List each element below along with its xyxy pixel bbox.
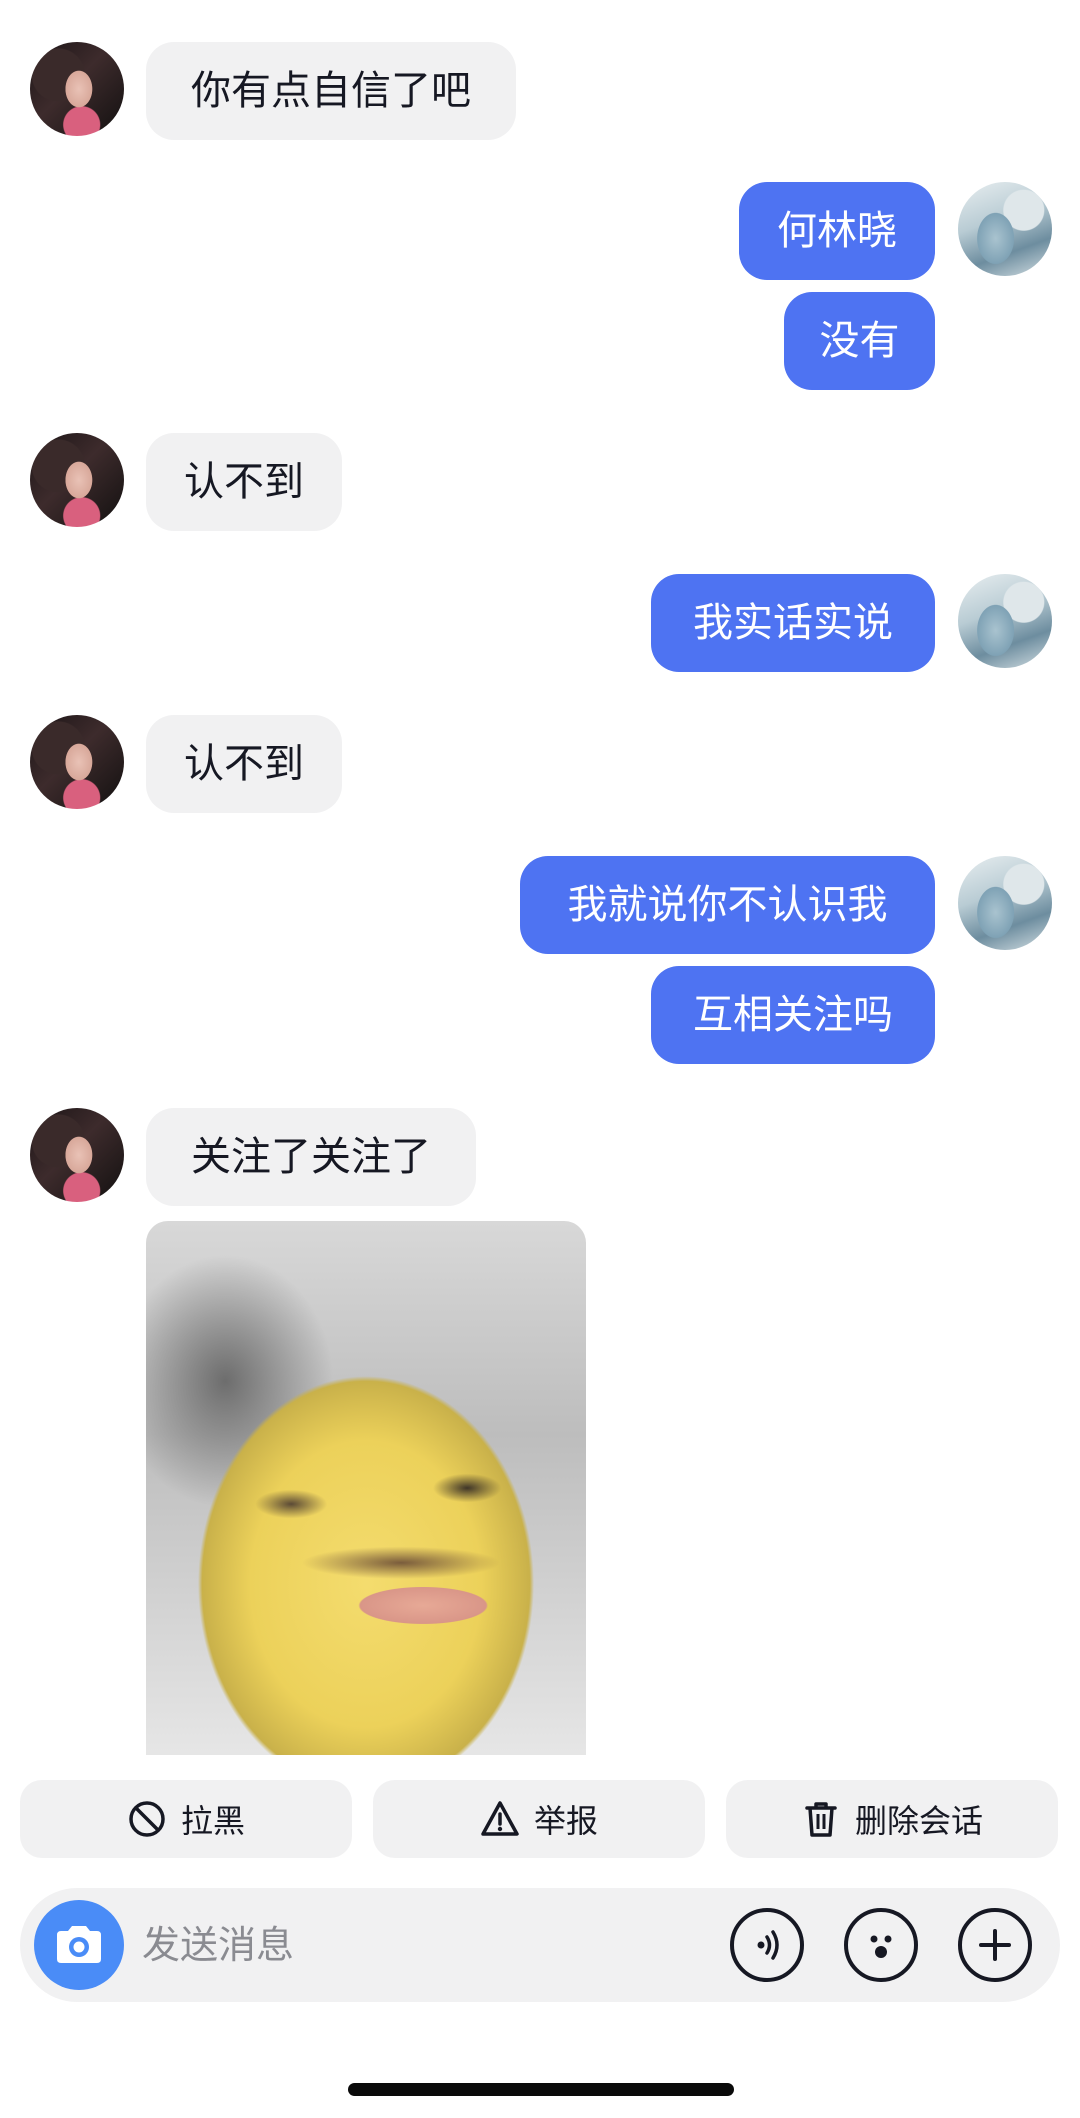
my-avatar[interactable] (958, 856, 1052, 950)
contact-avatar[interactable] (30, 1108, 124, 1202)
my-avatar[interactable] (958, 182, 1052, 276)
emoji-button[interactable] (844, 1908, 918, 1982)
emoji-icon (870, 1935, 892, 1958)
message-bubble-outgoing[interactable]: 互相关注吗 (651, 966, 935, 1064)
more-button[interactable] (958, 1908, 1032, 1982)
block-icon (129, 1801, 165, 1837)
my-avatar[interactable] (958, 574, 1052, 668)
delete-conversation-label: 删除会话 (854, 1802, 983, 1840)
message-bubble-incoming[interactable]: 关注了关注了 (146, 1108, 476, 1206)
voice-wave-icon (757, 1930, 779, 1960)
home-indicator[interactable] (348, 2083, 734, 2096)
voice-button[interactable] (730, 1908, 804, 1982)
block-label: 拉黑 (180, 1802, 245, 1840)
sticker-image[interactable] (146, 1221, 586, 1755)
message-bubble-outgoing[interactable]: 我实话实说 (651, 574, 935, 672)
report-button[interactable]: 举报 (373, 1780, 705, 1858)
contact-avatar[interactable] (30, 715, 124, 809)
plus-icon (979, 1929, 1011, 1961)
trash-icon (805, 1802, 837, 1837)
message-bubble-outgoing[interactable]: 我就说你不认识我 (520, 856, 935, 954)
message-bubble-outgoing[interactable]: 何林晓 (739, 182, 935, 280)
message-bubble-incoming[interactable]: 认不到 (146, 715, 342, 813)
contact-avatar[interactable] (30, 433, 124, 527)
message-bubble-incoming[interactable]: 认不到 (146, 433, 342, 531)
contact-avatar[interactable] (30, 42, 124, 136)
message-bubble-outgoing[interactable]: 没有 (784, 292, 935, 390)
message-input[interactable] (142, 1910, 702, 1980)
block-button[interactable]: 拉黑 (20, 1780, 352, 1858)
camera-button[interactable] (34, 1900, 124, 1990)
message-bubble-incoming[interactable]: 你有点自信了吧 (146, 42, 516, 140)
report-label: 举报 (533, 1802, 598, 1840)
camera-icon (57, 1926, 101, 1963)
delete-conversation-button[interactable]: 删除会话 (726, 1780, 1058, 1858)
warning-icon (481, 1801, 519, 1836)
message-composer (20, 1888, 1060, 2002)
